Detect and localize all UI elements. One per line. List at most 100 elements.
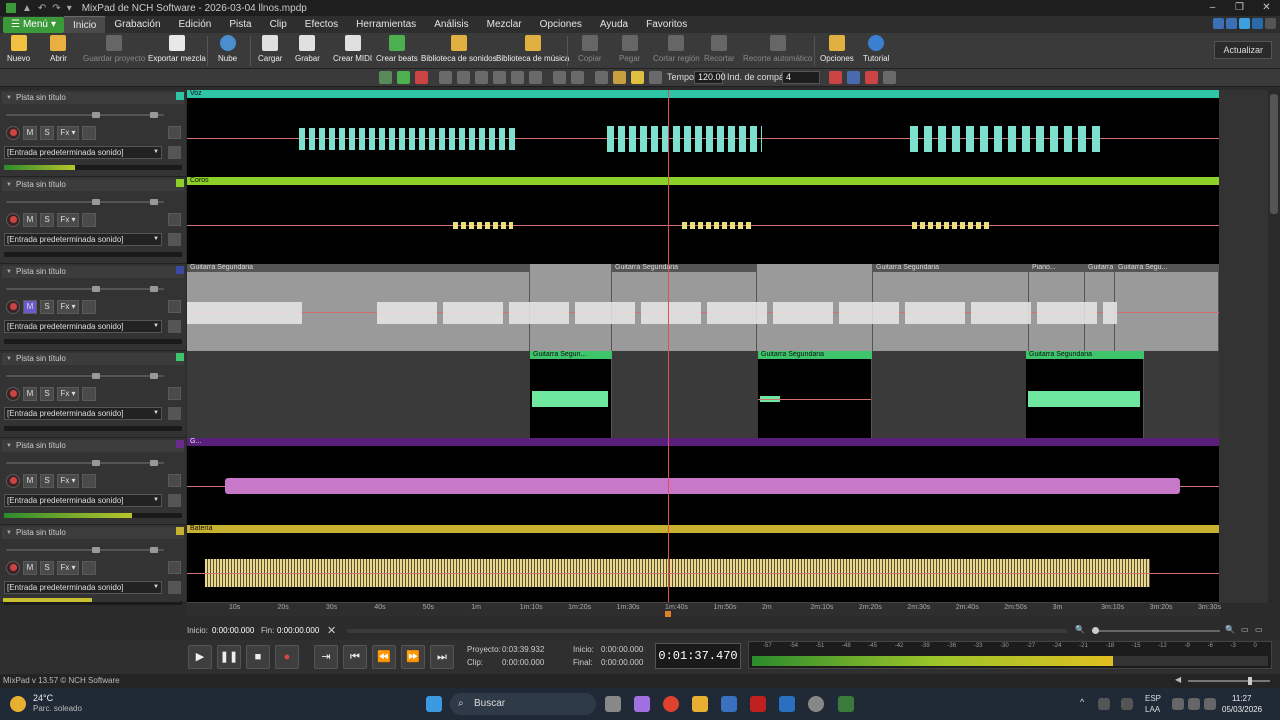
- opciones-button[interactable]: Opciones: [820, 35, 854, 63]
- mute-button[interactable]: M: [23, 126, 37, 140]
- pan-slider[interactable]: [138, 112, 164, 118]
- track-color-swatch[interactable]: [176, 527, 184, 535]
- biblioteca-sonidos-button[interactable]: Biblioteca de sonidos: [421, 35, 497, 63]
- audio-clip[interactable]: Guitarra Segundaria: [1026, 351, 1144, 438]
- menu-efectos[interactable]: Efectos: [296, 16, 347, 33]
- loop-play-button[interactable]: ⇥: [314, 645, 338, 669]
- guardar-proyecto-button[interactable]: Guardar proyecto: [83, 35, 145, 63]
- menu-opciones[interactable]: Opciones: [531, 16, 591, 33]
- menu-pista[interactable]: Pista: [220, 16, 260, 33]
- input-select[interactable]: [Entrada predeterminada sonido]: [4, 581, 162, 594]
- fx-button[interactable]: Fx ▾: [57, 126, 79, 140]
- bulb-icon[interactable]: [631, 71, 644, 84]
- clip-header[interactable]: Guitarra Segundaria: [187, 264, 530, 272]
- outlook-icon[interactable]: [779, 696, 795, 712]
- record-arm-button[interactable]: [6, 213, 20, 227]
- tray-app-icon[interactable]: [1098, 698, 1110, 710]
- wrench-icon[interactable]: [168, 146, 181, 159]
- volume-knob[interactable]: [92, 286, 100, 292]
- track-name[interactable]: Pista sin título: [2, 353, 184, 365]
- crear-midi-button[interactable]: Crear MIDI: [333, 35, 372, 63]
- recortar-button[interactable]: Recortar: [704, 35, 735, 63]
- beat-icon[interactable]: [883, 71, 896, 84]
- track-color-swatch[interactable]: [176, 266, 184, 274]
- crear-beats-button[interactable]: Crear beats: [376, 35, 418, 63]
- audio-clip[interactable]: Guitarra Segundaria: [758, 351, 872, 438]
- zoom-sel-icon[interactable]: ▭: [1255, 625, 1263, 634]
- file-explorer-icon[interactable]: [692, 696, 708, 712]
- fx-button[interactable]: Fx ▾: [57, 300, 79, 314]
- nuevo-button[interactable]: Nuevo: [7, 35, 30, 63]
- close-button[interactable]: ✕: [1253, 0, 1280, 16]
- pan-knob[interactable]: [150, 112, 158, 118]
- tempo-input[interactable]: 120.00: [694, 71, 726, 84]
- grid-icon[interactable]: [493, 71, 506, 84]
- menu-grabacion[interactable]: Grabación: [105, 16, 169, 33]
- language-layout[interactable]: LAA: [1145, 705, 1160, 714]
- solo-button[interactable]: S: [40, 300, 54, 314]
- automation-button[interactable]: [82, 213, 96, 227]
- track-name[interactable]: Pista sin título: [2, 92, 184, 104]
- lock-icon[interactable]: [613, 71, 626, 84]
- zoom-slider[interactable]: [1092, 627, 1220, 634]
- video-icon[interactable]: [847, 71, 860, 84]
- fx-button[interactable]: Fx ▾: [57, 387, 79, 401]
- volume-envelope[interactable]: [187, 573, 1219, 574]
- automation-button[interactable]: [82, 474, 96, 488]
- mixer-icon[interactable]: [829, 71, 842, 84]
- input-select[interactable]: [Entrada predeterminada sonido]: [4, 407, 162, 420]
- nube-button[interactable]: Nube: [218, 35, 237, 63]
- volume-icon[interactable]: [1188, 698, 1200, 710]
- clip-header[interactable]: Coros: [187, 177, 1219, 185]
- twitter-icon[interactable]: [1239, 18, 1250, 29]
- grabar-button[interactable]: Grabar: [295, 35, 320, 63]
- scroll-thumb[interactable]: [1270, 94, 1278, 214]
- record-arm-button[interactable]: [6, 387, 20, 401]
- audio-clip[interactable]: Guitarra Segun...: [530, 351, 612, 438]
- windows-start-icon[interactable]: [426, 696, 442, 712]
- pan-knob[interactable]: [150, 373, 158, 379]
- track-lane[interactable]: G...: [187, 438, 1219, 525]
- fx-button[interactable]: Fx ▾: [57, 213, 79, 227]
- biblioteca-musica-button[interactable]: Biblioteca de música: [496, 35, 569, 63]
- metronome-icon[interactable]: [415, 71, 428, 84]
- track-options-icon[interactable]: [168, 561, 181, 574]
- pan-slider[interactable]: [138, 460, 164, 466]
- range-fin-value[interactable]: 0:00:00.000: [277, 626, 319, 635]
- track-name[interactable]: Pista sin título: [2, 527, 184, 539]
- snap-icon[interactable]: [397, 71, 410, 84]
- zoom-in-icon[interactable]: 🔍: [1225, 625, 1235, 634]
- markers-icon[interactable]: [595, 71, 608, 84]
- store-icon[interactable]: [721, 696, 737, 712]
- clip-header[interactable]: Guitarra Segundaria: [873, 264, 1029, 272]
- pan-knob[interactable]: [150, 286, 158, 292]
- volume-knob[interactable]: [92, 112, 100, 118]
- language-code[interactable]: ESP: [1145, 694, 1161, 703]
- mute-button[interactable]: M: [23, 387, 37, 401]
- envelope-icon[interactable]: [511, 71, 524, 84]
- quick-folder-icon[interactable]: ▲: [22, 3, 32, 14]
- fx-button[interactable]: Fx ▾: [57, 561, 79, 575]
- fx-button[interactable]: Fx ▾: [57, 474, 79, 488]
- fade-icon[interactable]: [553, 71, 566, 84]
- wifi-icon[interactable]: [1172, 698, 1184, 710]
- task-view-icon[interactable]: [605, 696, 621, 712]
- speaker-icon[interactable]: ◀: [1175, 675, 1181, 684]
- cortar-region-button[interactable]: Cortar región: [653, 35, 700, 63]
- go-start-button[interactable]: ⏮: [343, 645, 367, 669]
- pan-slider[interactable]: [138, 286, 164, 292]
- track-color-swatch[interactable]: [176, 179, 184, 187]
- track-lane[interactable]: Batería: [187, 525, 1219, 603]
- clip-header[interactable]: Guitarra Segundaria: [612, 264, 757, 272]
- record-arm-button[interactable]: [6, 561, 20, 575]
- mute-button[interactable]: M: [23, 474, 37, 488]
- cargar-button[interactable]: Cargar: [258, 35, 282, 63]
- menu-ayuda[interactable]: Ayuda: [591, 16, 637, 33]
- merge-icon[interactable]: [457, 71, 470, 84]
- track-lane[interactable]: Voz: [187, 90, 1219, 177]
- track-options-icon[interactable]: [168, 474, 181, 487]
- master-volume-knob[interactable]: [1248, 677, 1252, 685]
- actualizar-button[interactable]: Actualizar: [1214, 41, 1272, 59]
- maximize-button[interactable]: ❐: [1226, 0, 1253, 16]
- record-arm-button[interactable]: [6, 474, 20, 488]
